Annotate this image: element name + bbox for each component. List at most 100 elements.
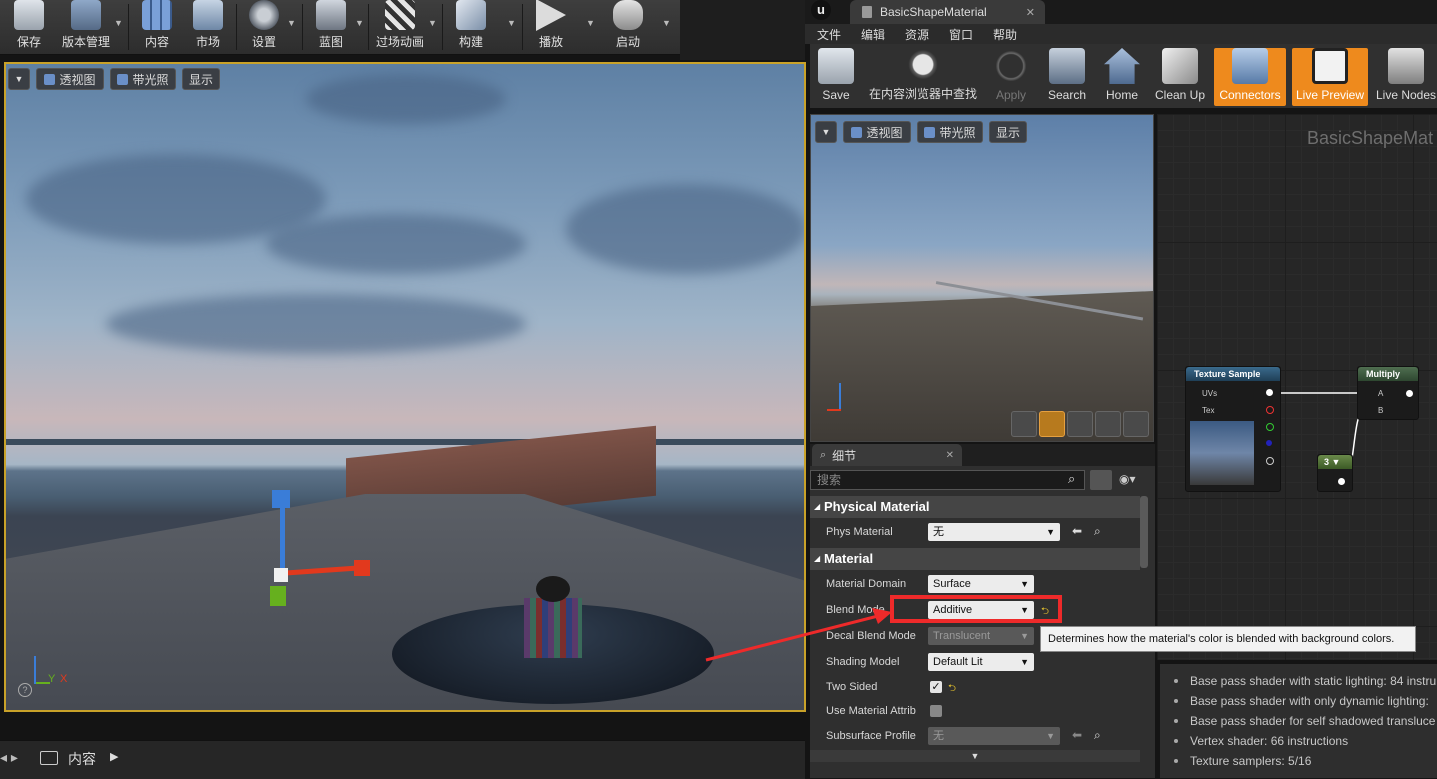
gear-icon [249, 0, 279, 30]
preview-perspective-button[interactable]: 透视图 [843, 121, 911, 143]
marketplace-button[interactable]: 市场 [186, 0, 230, 54]
live-nodes-button[interactable]: Live Nodes [1376, 48, 1436, 106]
home-button[interactable]: Home [1098, 48, 1146, 106]
constant-output-pin[interactable] [1338, 478, 1345, 485]
preview-lit-button[interactable]: 带光照 [917, 121, 983, 143]
stat-line: Texture samplers: 5/16 [1190, 754, 1312, 768]
cinematics-button[interactable]: 过场动画 [374, 0, 426, 54]
toolbar-divider [442, 4, 443, 50]
use-material-attributes-checkbox[interactable] [930, 705, 942, 717]
menu-asset[interactable]: 资源 [905, 26, 929, 43]
decal-blend-mode-dropdown[interactable]: Translucent ▼ [928, 627, 1034, 645]
clean-up-button[interactable]: Clean Up [1152, 48, 1208, 106]
menu-edit[interactable]: 编辑 [861, 26, 885, 43]
search-button[interactable]: Search [1042, 48, 1092, 106]
menu-window[interactable]: 窗口 [949, 26, 973, 43]
close-icon[interactable]: ✕ [1026, 6, 1035, 19]
chevron-down-icon[interactable]: ▼ [287, 18, 296, 28]
texture-sample-node[interactable]: Texture Sample UVs Tex [1185, 366, 1281, 492]
material-sphere[interactable] [536, 576, 570, 602]
reset-to-default-icon[interactable]: ⮌ [948, 681, 956, 698]
preview-cylinder-button[interactable] [1011, 411, 1037, 437]
shading-model-dropdown[interactable]: Default Lit ▼ [928, 653, 1034, 671]
find-in-content-browser-button[interactable]: 在内容浏览器中查找 [866, 48, 980, 106]
viewport-options-button[interactable]: ▼ [8, 68, 30, 90]
preview-show-button[interactable]: 显示 [989, 121, 1027, 143]
uvs-pin[interactable]: UVs [1202, 389, 1217, 398]
apply-button[interactable]: Apply [986, 48, 1036, 106]
g-output-pin[interactable] [1266, 423, 1274, 431]
gizmo-y-handle[interactable] [270, 586, 286, 606]
tex-pin[interactable]: Tex [1202, 406, 1214, 415]
lit-mode-button[interactable]: 带光照 [110, 68, 176, 90]
settings-button[interactable]: 设置 [244, 0, 284, 54]
material-cube[interactable] [524, 598, 582, 658]
menu-help[interactable]: 帮助 [993, 26, 1017, 43]
preview-plane-button[interactable] [1067, 411, 1093, 437]
gizmo-x-handle[interactable] [354, 560, 370, 576]
chevron-down-icon[interactable]: ▼ [507, 18, 516, 28]
arrow-left-icon[interactable]: ⬅ [1072, 728, 1082, 742]
show-button[interactable]: 显示 [182, 68, 220, 90]
multiply-output-pin[interactable] [1406, 390, 1413, 397]
build-button[interactable]: 构建 [450, 0, 492, 54]
material-domain-dropdown[interactable]: Surface ▼ [928, 575, 1034, 593]
material-preview-viewport[interactable]: ▼ 透视图 带光照 显示 [810, 114, 1154, 442]
rgb-output-pin[interactable] [1266, 389, 1273, 396]
tab-title: BasicShapeMaterial [880, 5, 987, 19]
preview-teapot-button[interactable] [1123, 411, 1149, 437]
material-asset-tab[interactable]: BasicShapeMaterial ✕ [850, 0, 1045, 24]
save-button[interactable]: Save [812, 48, 860, 106]
level-viewport[interactable]: ▼ 透视图 带光照 显示 Y X ? [4, 62, 806, 712]
help-icon[interactable]: ? [18, 683, 32, 697]
physical-material-section[interactable]: ◢ Physical Material [810, 496, 1140, 518]
close-icon[interactable]: ✕ [946, 450, 954, 461]
details-search-input[interactable]: 搜索 [810, 470, 1085, 490]
a-input-pin[interactable]: A [1378, 389, 1383, 398]
material-section[interactable]: ◢ Material [810, 548, 1140, 570]
gizmo-z-handle[interactable] [272, 490, 290, 508]
chevron-right-icon[interactable]: ▶ [110, 750, 118, 763]
two-sided-checkbox[interactable]: ✓ [930, 681, 942, 693]
content-breadcrumb[interactable]: 内容 [68, 749, 96, 769]
preview-options-button[interactable]: ▼ [815, 121, 837, 143]
details-scrollbar[interactable] [1140, 496, 1148, 568]
preview-sphere-button[interactable] [1039, 411, 1065, 437]
perspective-button[interactable]: 透视图 [36, 68, 104, 90]
blueprints-button[interactable]: 蓝图 [310, 0, 352, 54]
arrow-left-icon[interactable]: ⬅ [1072, 524, 1082, 538]
browse-icon[interactable]: ⌕ [1094, 728, 1101, 743]
chevron-down-icon[interactable]: ▼ [662, 18, 671, 28]
eye-icon[interactable]: ◉▾ [1119, 472, 1136, 486]
connectors-button[interactable]: Connectors [1214, 48, 1286, 106]
preview-cube-button[interactable] [1095, 411, 1121, 437]
source-control-button[interactable]: 版本管理 [58, 0, 114, 54]
r-output-pin[interactable] [1266, 406, 1274, 414]
view-options-grid-icon[interactable] [1090, 470, 1112, 490]
menu-file[interactable]: 文件 [817, 26, 841, 43]
launch-button[interactable]: 启动 [606, 0, 650, 54]
expand-more-chevron-icon[interactable]: ▼ [810, 750, 1140, 762]
gizmo-center[interactable] [274, 568, 288, 582]
b-output-pin[interactable] [1266, 440, 1272, 446]
chevron-down-icon[interactable]: ▼ [428, 18, 437, 28]
details-tab[interactable]: ⌕ 细节 ✕ [812, 444, 962, 466]
chevron-down-icon[interactable]: ▼ [586, 18, 595, 28]
live-preview-button[interactable]: Live Preview [1292, 48, 1368, 106]
chevron-down-icon[interactable]: ▼ [355, 18, 364, 28]
browse-icon[interactable]: ⌕ [1094, 524, 1101, 539]
chevron-down-icon[interactable]: ▼ [114, 18, 123, 28]
subsurface-profile-dropdown[interactable]: 无 ▼ [928, 727, 1060, 745]
phys-material-dropdown[interactable]: 无 ▼ [928, 523, 1060, 541]
clapperboard-icon [385, 0, 415, 30]
constant-node[interactable]: 3 ▼ [1317, 454, 1353, 492]
material-graph-canvas[interactable]: BasicShapeMat Texture Sample UVs Tex Mul… [1157, 114, 1437, 660]
annotation-arrow-line [705, 614, 879, 662]
a-output-pin[interactable] [1266, 457, 1274, 465]
b-input-pin[interactable]: B [1378, 406, 1383, 415]
history-arrows-icon[interactable]: ◂ ▸ [0, 749, 18, 766]
save-button[interactable]: 保存 [8, 0, 50, 54]
content-button[interactable]: 内容 [136, 0, 178, 54]
multiply-node[interactable]: Multiply A B [1357, 366, 1419, 420]
play-button[interactable]: 播放 [530, 0, 572, 54]
